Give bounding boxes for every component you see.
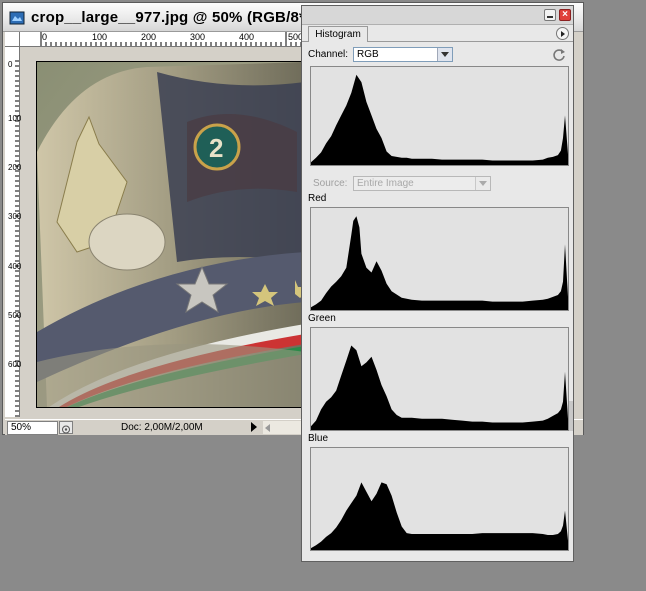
ruler-top-label: 200	[141, 32, 157, 42]
ruler-top-label: 400	[239, 32, 255, 42]
histogram-rgb-area	[311, 74, 568, 165]
ruler-top-label: 300	[190, 32, 206, 42]
navigator-icon	[62, 425, 70, 434]
tab-histogram[interactable]: Histogram	[308, 26, 368, 42]
photoshop-document-icon	[9, 11, 25, 25]
histogram-blue	[310, 447, 569, 551]
histogram-rgb	[310, 66, 569, 166]
zoom-level-input[interactable]: 50%	[7, 421, 58, 435]
palette-menu-button[interactable]	[556, 27, 569, 40]
palette-scrollbar[interactable]	[569, 401, 573, 431]
channel-select-value: RGB	[357, 49, 379, 60]
ruler-origin[interactable]	[5, 32, 20, 47]
blue-channel-label: Blue	[308, 433, 329, 444]
horizontal-ruler[interactable]: 0 100 200 300 400 500	[20, 32, 303, 47]
source-select-value: Entire Image	[357, 178, 414, 189]
photo-image: 2	[37, 62, 305, 407]
svg-text:2: 2	[209, 133, 223, 163]
red-channel-label: Red	[308, 193, 327, 204]
source-select: Entire Image	[353, 176, 491, 191]
channel-select[interactable]: RGB	[353, 47, 453, 62]
ruler-left-label: 0	[8, 60, 13, 69]
histogram-red	[310, 207, 569, 311]
vertical-ruler[interactable]: 0 100 200 300 400 500 600	[5, 47, 22, 417]
ruler-left-label: 200	[8, 163, 22, 172]
ruler-left-label: 600	[8, 360, 22, 369]
horizontal-scrollbar[interactable]	[263, 421, 303, 434]
minimize-button[interactable]	[544, 9, 556, 21]
histogram-red-area	[311, 216, 568, 310]
status-menu-arrow-icon[interactable]	[251, 422, 257, 432]
status-navigator-button[interactable]	[59, 421, 73, 434]
refresh-icon[interactable]	[552, 48, 566, 62]
ruler-left-label: 500	[8, 311, 22, 320]
green-channel-label: Green	[308, 313, 336, 324]
ruler-left-label: 100	[8, 114, 22, 123]
close-button[interactable]: ×	[559, 9, 571, 21]
chevron-down-icon[interactable]	[437, 48, 452, 61]
channel-label: Channel:	[308, 49, 349, 60]
histogram-green	[310, 327, 569, 431]
chevron-down-icon	[475, 177, 490, 190]
ruler-left-label: 300	[8, 212, 22, 221]
palette-titlebar[interactable]: ×	[302, 6, 573, 25]
histogram-blue-area	[311, 482, 568, 550]
image-canvas[interactable]: 2	[36, 61, 306, 408]
ruler-top-label: 100	[92, 32, 108, 42]
histogram-palette: × Histogram Channel: RGB Source: Entire …	[301, 5, 574, 562]
document-title: crop__large__977.jpg @ 50% (RGB/8*)	[31, 9, 311, 26]
scroll-left-arrow-icon[interactable]	[265, 424, 270, 432]
ruler-top-label: 0	[42, 32, 48, 42]
histogram-green-area	[311, 345, 568, 430]
source-label: Source:	[313, 178, 348, 189]
document-size-readout: Doc: 2,00M/2,00M	[121, 422, 203, 433]
ruler-left-label: 400	[8, 262, 22, 271]
